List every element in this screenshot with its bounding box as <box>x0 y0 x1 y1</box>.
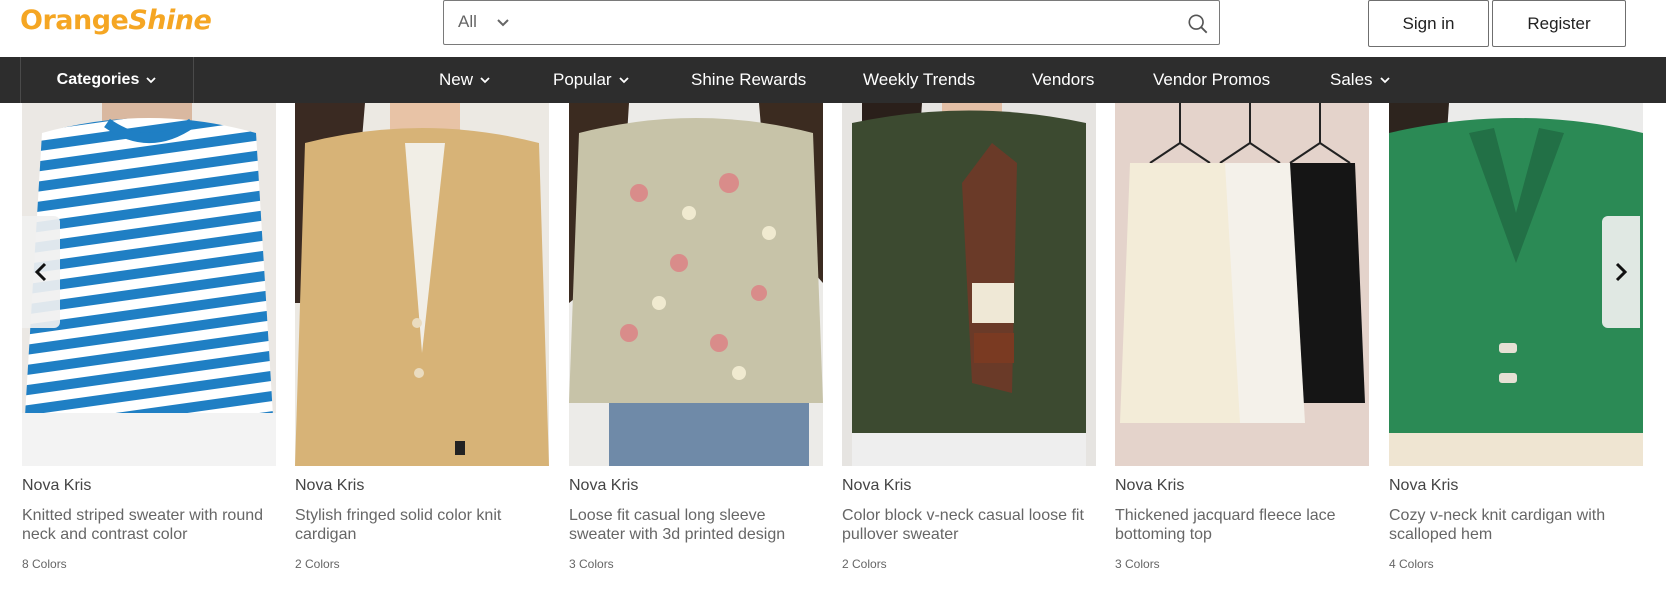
nav-item-label: Weekly Trends <box>863 70 976 89</box>
search-scope-select[interactable]: All <box>458 12 511 32</box>
product-brand[interactable]: Nova Kris <box>22 477 91 495</box>
nav-item-vendors[interactable]: Vendors <box>1032 57 1094 103</box>
nav-item-label: Sales <box>1330 70 1373 89</box>
nav-item-label: Popular <box>553 70 612 89</box>
search-scope-label: All <box>458 12 477 31</box>
search-icon[interactable] <box>1187 13 1209 35</box>
product-colors: 2 Colors <box>295 557 340 571</box>
chevron-left-icon <box>34 262 47 282</box>
nav-item-label: Vendor Promos <box>1153 70 1271 89</box>
nav-item-popular[interactable]: Popular <box>553 57 630 103</box>
nav-item-sales[interactable]: Sales <box>1330 57 1391 103</box>
product-image[interactable] <box>569 103 823 466</box>
main-nav: Categories New Popular Shine Rewards Wee… <box>0 57 1666 103</box>
product-name[interactable]: Loose fit casual long sleeve sweater wit… <box>569 506 823 544</box>
product-image[interactable] <box>295 103 549 466</box>
logo-shine: Shine <box>128 5 212 36</box>
product-colors: 8 Colors <box>22 557 67 571</box>
nav-item-new[interactable]: New <box>439 57 491 103</box>
search-bar[interactable]: All <box>443 0 1220 45</box>
sign-in-button[interactable]: Sign in <box>1368 0 1489 47</box>
product-name[interactable]: Color block v-neck casual loose fit pull… <box>842 506 1096 544</box>
product-name[interactable]: Stylish fringed solid color knit cardiga… <box>295 506 549 544</box>
chevron-down-icon <box>480 77 490 84</box>
header: OrangeShine All Sign in Register <box>0 0 1666 57</box>
nav-item-label: Vendors <box>1032 70 1095 89</box>
product-card[interactable]: Nova Kris Stylish fringed solid color kn… <box>295 103 549 571</box>
product-brand[interactable]: Nova Kris <box>295 477 364 495</box>
carousel-next-button[interactable] <box>1602 216 1640 328</box>
chevron-down-icon <box>618 77 629 84</box>
logo[interactable]: OrangeShine <box>20 5 212 36</box>
categories-menu[interactable]: Categories <box>20 57 194 103</box>
product-name[interactable]: Thickened jacquard fleece lace bottoming… <box>1115 506 1369 544</box>
chevron-right-icon <box>1615 262 1628 282</box>
product-card[interactable]: Nova Kris Thickened jacquard fleece lace… <box>1115 103 1369 571</box>
product-colors: 4 Colors <box>1389 557 1434 571</box>
nav-item-label: New <box>439 70 474 89</box>
product-colors: 2 Colors <box>842 557 887 571</box>
nav-item-label: Shine Rewards <box>691 70 807 89</box>
product-brand[interactable]: Nova Kris <box>842 477 911 495</box>
nav-item-shine-rewards[interactable]: Shine Rewards <box>691 57 806 103</box>
chevron-down-icon <box>146 77 156 84</box>
carousel-prev-button[interactable] <box>22 216 60 328</box>
product-carousel: Nova Kris Knitted striped sweater with r… <box>0 103 1666 594</box>
product-image[interactable] <box>842 103 1096 466</box>
categories-label: Categories <box>56 71 140 88</box>
register-button[interactable]: Register <box>1492 0 1626 47</box>
logo-orange: Orange <box>20 5 129 36</box>
product-card[interactable]: Nova Kris Knitted striped sweater with r… <box>22 103 276 571</box>
product-colors: 3 Colors <box>569 557 614 571</box>
product-name[interactable]: Knitted striped sweater with round neck … <box>22 506 276 544</box>
nav-item-weekly-trends[interactable]: Weekly Trends <box>863 57 975 103</box>
product-image[interactable] <box>22 103 276 466</box>
product-brand[interactable]: Nova Kris <box>569 477 638 495</box>
product-card[interactable]: Nova Kris Loose fit casual long sleeve s… <box>569 103 823 571</box>
product-image[interactable] <box>1115 103 1369 466</box>
product-card[interactable]: Nova Kris Color block v-neck casual loos… <box>842 103 1096 571</box>
chevron-down-icon <box>497 19 509 27</box>
product-colors: 3 Colors <box>1115 557 1160 571</box>
product-name[interactable]: Cozy v-neck knit cardigan with scalloped… <box>1389 506 1643 544</box>
nav-item-vendor-promos[interactable]: Vendor Promos <box>1153 57 1270 103</box>
product-brand[interactable]: Nova Kris <box>1115 477 1184 495</box>
product-brand[interactable]: Nova Kris <box>1389 477 1458 495</box>
chevron-down-icon <box>1379 77 1390 84</box>
